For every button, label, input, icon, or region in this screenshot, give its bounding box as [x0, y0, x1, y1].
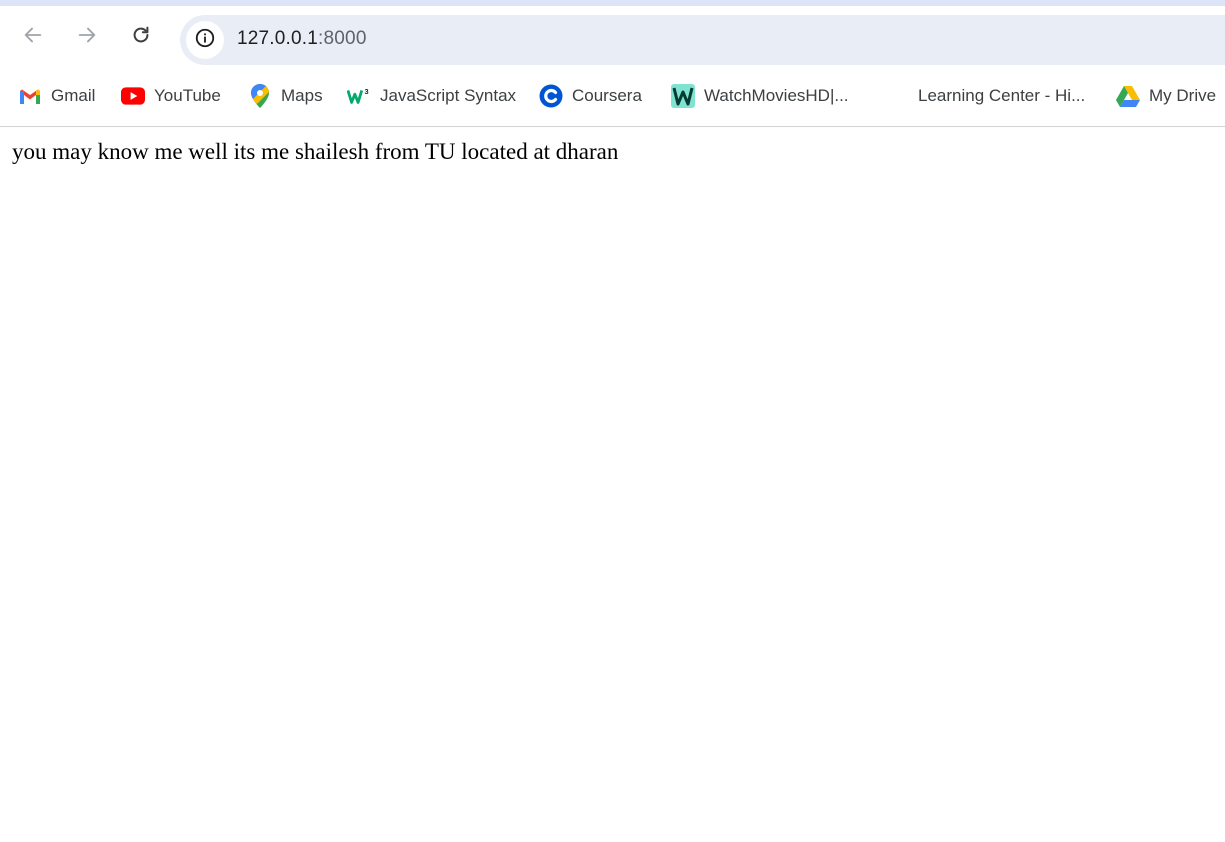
url-port: :8000: [318, 28, 367, 49]
browser-toolbar: 127.0.0.1:8000: [0, 6, 1225, 74]
maps-icon: [248, 84, 272, 108]
bookmark-my-drive[interactable]: My Drive: [1116, 83, 1216, 109]
reload-icon: [130, 24, 152, 46]
bookmark-label: JavaScript Syntax: [380, 86, 517, 105]
forward-button[interactable]: [68, 16, 106, 54]
bookmark-youtube[interactable]: YouTube: [121, 83, 221, 109]
bookmark-watchmovies[interactable]: WatchMoviesHD|...: [671, 83, 849, 109]
bookmark-coursera[interactable]: Coursera: [539, 83, 642, 109]
w3schools-icon: 3: [347, 84, 371, 108]
youtube-icon: [121, 84, 145, 108]
bookmark-label: Maps: [281, 86, 323, 105]
arrow-left-icon: [22, 24, 44, 46]
bookmark-label: WatchMoviesHD|...: [704, 86, 849, 105]
browser-window: 127.0.0.1:8000 Gmail YouTube Maps 3 Java…: [0, 0, 1225, 842]
bookmarks-bar: Gmail YouTube Maps 3 JavaScript Syntax C…: [0, 74, 1225, 127]
gmail-icon: [18, 84, 42, 108]
google-drive-icon: [1116, 84, 1140, 108]
bookmark-label: Learning Center - Hi...: [918, 86, 1086, 105]
bookmark-label: Coursera: [572, 86, 642, 105]
bookmark-learning-center[interactable]: Learning Center - Hi...: [918, 83, 1085, 109]
bookmark-label: My Drive: [1149, 86, 1217, 105]
info-icon: [194, 27, 216, 54]
svg-text:3: 3: [365, 87, 369, 96]
bookmark-label: YouTube: [154, 86, 221, 105]
site-info-button[interactable]: [186, 21, 224, 59]
page-body-text: you may know me well its me shailesh fro…: [12, 139, 619, 164]
coursera-icon: [539, 84, 563, 108]
bookmark-maps[interactable]: Maps: [248, 83, 323, 109]
back-button[interactable]: [14, 16, 52, 54]
watchmovies-icon: [671, 84, 695, 108]
bookmark-javascript-syntax[interactable]: 3 JavaScript Syntax: [347, 83, 516, 109]
bookmark-label: Gmail: [51, 86, 96, 105]
reload-button[interactable]: [122, 16, 160, 54]
bookmark-gmail[interactable]: Gmail: [18, 83, 95, 109]
url-host: 127.0.0.1: [237, 28, 319, 49]
arrow-right-icon: [76, 24, 98, 46]
url-text[interactable]: 127.0.0.1:8000: [237, 28, 367, 50]
address-bar[interactable]: 127.0.0.1:8000: [180, 15, 1225, 65]
